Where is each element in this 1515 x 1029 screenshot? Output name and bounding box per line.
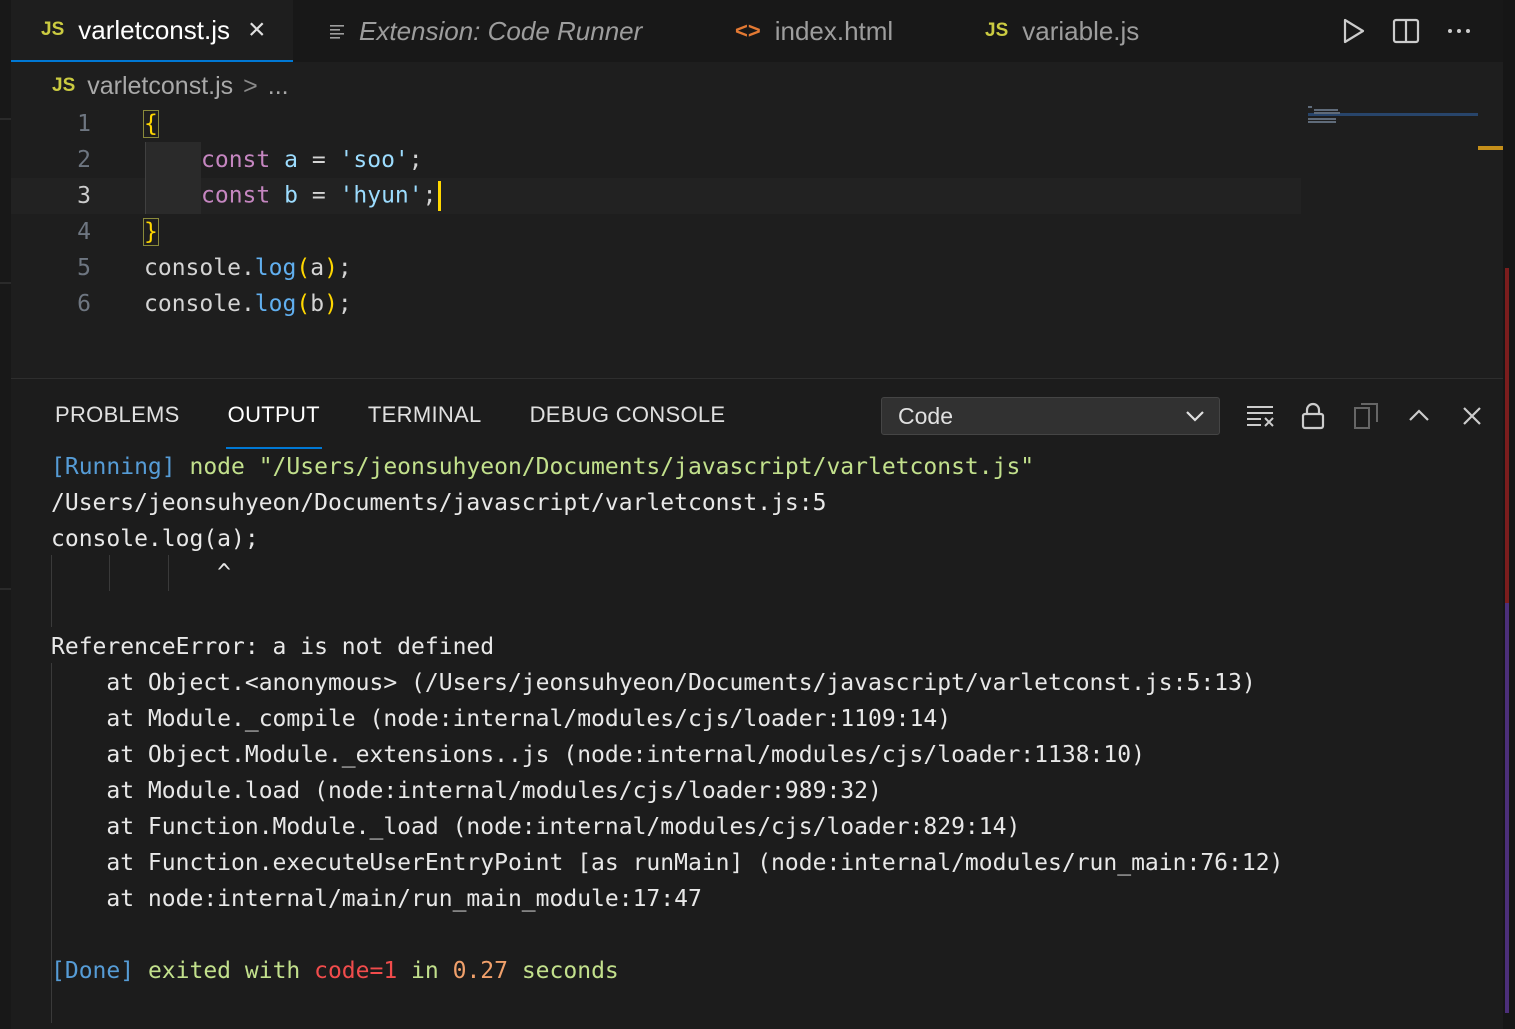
more-actions-button[interactable] (1432, 11, 1485, 51)
text-cursor (437, 181, 441, 211)
editor-actions (1326, 0, 1485, 62)
indent-guide (145, 142, 201, 178)
output-line: /Users/jeonsuhyeon/Documents/javascript/… (51, 490, 827, 516)
line-number: 2 (77, 147, 91, 173)
output-line: ^ (51, 560, 232, 586)
done-text: in (397, 958, 453, 984)
overview-ruler-marker (1478, 146, 1503, 150)
close-panel-button[interactable] (1445, 397, 1498, 435)
code-line: 5 console.log(a); (11, 250, 1301, 286)
run-code-button[interactable] (1326, 11, 1379, 51)
maximize-panel-button[interactable] (1392, 397, 1445, 435)
panel-tab-bar: PROBLEMS OUTPUT TERMINAL DEBUG CONSOLE (55, 379, 773, 451)
tab-label: variable.js (1022, 15, 1140, 46)
tab-label: index.html (774, 15, 894, 46)
chevron-right-icon: > (243, 71, 258, 100)
line-number: 3 (77, 183, 91, 209)
indent-guide (145, 178, 201, 214)
output-line: at Module.load (node:internal/modules/cj… (51, 778, 882, 804)
code-text: } (143, 218, 159, 246)
editor-tab-bar: JS varletconst.js × Extension: Code Runn… (11, 0, 1503, 62)
tab-debug-console[interactable]: DEBUG CONSOLE (530, 379, 726, 451)
scrollbar-track[interactable] (1503, 0, 1515, 1029)
line-number: 1 (77, 111, 91, 137)
running-command: node "/Users/jeonsuhyeon/Documents/javas… (175, 454, 1035, 480)
js-file-icon: JS (985, 20, 1009, 41)
tab-output[interactable]: OUTPUT (225, 379, 323, 451)
output-line: at Object.<anonymous> (/Users/jeonsuhyeo… (51, 670, 1256, 696)
output-line: at Function.Module._load (node:internal/… (51, 814, 1021, 840)
line-number: 5 (77, 255, 91, 281)
code-line: 4 } (11, 214, 1301, 250)
code-text: const b = 'hyun'; (201, 181, 441, 211)
code-text: console.log(a); (144, 255, 352, 281)
breadcrumb: JS varletconst.js > ... (52, 66, 289, 106)
new-file-icon (1353, 403, 1378, 429)
output-channel-select[interactable]: Code (881, 397, 1220, 435)
close-tab-icon[interactable]: × (248, 13, 266, 47)
tab-extension-code-runner[interactable]: Extension: Code Runner (329, 0, 642, 62)
output-line: console.log(a); (51, 526, 259, 552)
tab-varletconst-js[interactable]: JS varletconst.js × (11, 0, 293, 62)
js-file-icon: JS (41, 19, 65, 40)
close-icon (1462, 407, 1481, 425)
code-line-current: 3 const b = 'hyun'; (11, 178, 1301, 214)
elapsed-time: 0.27 (452, 958, 508, 984)
output-line: at Function.executeUserEntryPoint [as ru… (51, 850, 1284, 876)
output-line-running: [Running] node "/Users/jeonsuhyeon/Docum… (51, 449, 1034, 485)
output-line-error: ReferenceError: a is not defined (51, 634, 495, 660)
code-text: console.log(b); (144, 291, 352, 317)
code-editor[interactable]: 1 { 2 const a = 'soo'; 3 const b = 'hyun… (11, 106, 1503, 378)
output-line: at Module._compile (node:internal/module… (51, 706, 952, 732)
lock-scroll-button[interactable] (1286, 397, 1339, 435)
scrollbar-thumb[interactable] (1505, 603, 1509, 1013)
output-line-done: [Done] exited with code=1 in 0.27 second… (51, 953, 619, 989)
breadcrumb-file[interactable]: varletconst.js (87, 72, 233, 101)
exit-code: code=1 (314, 958, 398, 984)
code-line: 2 const a = 'soo'; (11, 142, 1301, 178)
code-text: { (143, 110, 159, 138)
split-editor-button[interactable] (1379, 11, 1432, 51)
open-output-editor-button[interactable] (1339, 397, 1392, 435)
code-text: const a = 'soo'; (201, 147, 423, 173)
minimap[interactable] (1308, 104, 1478, 134)
output-channel-value: Code (898, 402, 953, 429)
play-icon (1343, 18, 1364, 44)
done-text: exited with (134, 958, 315, 984)
done-text: seconds (507, 958, 619, 984)
panel-actions (1233, 397, 1498, 435)
chevron-down-icon (1186, 411, 1204, 422)
ellipsis-icon (1447, 29, 1470, 33)
scrollbar-error-marker (1505, 268, 1509, 603)
done-tag: [Done] (51, 958, 135, 984)
code-line: 6 console.log(b); (11, 286, 1301, 322)
js-file-icon: JS (52, 75, 76, 96)
preview-lines-icon (330, 25, 344, 39)
tab-label: Extension: Code Runner (359, 15, 643, 46)
tab-terminal[interactable]: TERMINAL (368, 379, 482, 451)
clear-output-button[interactable] (1233, 397, 1286, 435)
bottom-panel: PROBLEMS OUTPUT TERMINAL DEBUG CONSOLE C… (11, 378, 1503, 1029)
running-tag: [Running] (51, 454, 176, 480)
tab-label: varletconst.js (78, 14, 230, 45)
chevron-up-icon (1408, 409, 1429, 421)
line-number: 6 (77, 291, 91, 317)
split-editor-icon (1392, 18, 1419, 44)
lock-icon (1301, 402, 1324, 430)
clear-all-icon (1246, 406, 1274, 427)
output-line: at node:internal/main/run_main_module:17… (51, 886, 702, 912)
line-number: 4 (77, 219, 91, 245)
html-file-icon: <> (735, 18, 761, 43)
tab-problems[interactable]: PROBLEMS (55, 379, 180, 451)
output-line: at Object.Module._extensions..js (node:i… (51, 742, 1145, 768)
activity-bar-edge (0, 0, 11, 1029)
breadcrumb-symbol[interactable]: ... (268, 72, 289, 101)
code-line: 1 { (11, 106, 1301, 142)
tab-variable-js[interactable]: JS variable.js (985, 0, 1139, 62)
tab-index-html[interactable]: <> index.html (735, 0, 893, 62)
